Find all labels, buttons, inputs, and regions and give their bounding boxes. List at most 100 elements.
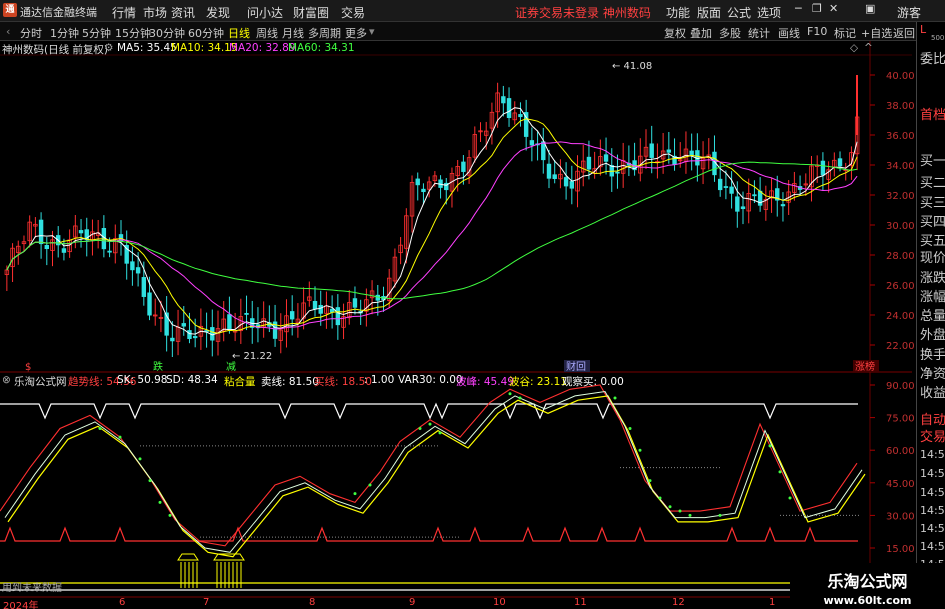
panel-item-8[interactable]: 涨跌 — [920, 267, 945, 286]
panel-item-16[interactable]: 交易 — [920, 426, 945, 445]
candle-body — [735, 196, 740, 212]
ma-label-1: MA10: 34.15 — [171, 42, 238, 54]
chart-area: 40.00 38.00 36.00 34.00 32.00 30.00 28.00 26.00… — [0, 41, 915, 598]
candle-body — [752, 194, 757, 197]
ma-line-5 — [6, 107, 858, 336]
panel-item-10[interactable]: 总量 — [920, 305, 945, 324]
indicator-value-1: SK: 50.98 — [117, 374, 168, 386]
svg-text:涨榜: 涨榜 — [855, 360, 875, 373]
watermark-title: 乐淘公式网 — [827, 572, 908, 591]
panel-item-14[interactable]: 收益 — [920, 382, 945, 401]
panel-item-11[interactable]: 外盘 — [920, 324, 945, 343]
panel-item-20[interactable]: 14:56 — [920, 504, 945, 517]
candle-body — [586, 156, 592, 170]
candle-body — [415, 178, 420, 186]
svg-text:减: 减 — [226, 361, 236, 373]
panel-item-17[interactable]: 14:56 — [920, 448, 945, 461]
candle-body — [227, 314, 232, 329]
candle-body — [289, 311, 295, 320]
candle-body — [563, 177, 569, 187]
date-tick-7: 12 — [672, 597, 685, 608]
panel-item-19[interactable]: 14:56 — [920, 486, 945, 499]
candle-body — [335, 307, 341, 326]
candle-body — [689, 150, 694, 156]
indicator-value-8: 波峰: 45.49 — [456, 376, 514, 388]
indicator-value-2: SD: 48.34 — [166, 374, 218, 386]
settings-gear-icon[interactable]: ⚙ — [104, 42, 113, 54]
panel-item-13[interactable]: 净资 — [920, 363, 945, 382]
candle-body — [780, 204, 786, 207]
candle-body — [506, 98, 512, 119]
candle-body — [107, 250, 112, 253]
signal-marker-0[interactable]: $ — [25, 362, 31, 373]
indicator-header: ⊗ 乐淘公式网 趋势线: 54.36 SK: 50.98 SD: 48.34 粘合量 卖线:… — [0, 373, 912, 388]
date-tick-3: 8 — [309, 597, 316, 608]
panel-item-9[interactable]: 涨幅 — [920, 286, 945, 305]
svg-text:跌: 跌 — [153, 360, 163, 373]
candle-body — [603, 154, 609, 162]
panel-item-1[interactable]: 首档 — [920, 104, 945, 123]
ma-line-60 — [6, 161, 858, 300]
panel-item-2[interactable]: 买一 — [920, 150, 945, 169]
date-tick-5: 10 — [493, 597, 506, 608]
panel-item-22[interactable]: 14:56 — [920, 540, 945, 553]
candle-body — [187, 330, 192, 340]
candle-body — [61, 248, 67, 253]
candle-body — [130, 261, 135, 271]
sell-line — [0, 402, 858, 420]
indicator-tick-2: 60.00 — [886, 446, 915, 457]
price-tick-6: 28.00 — [886, 251, 915, 262]
date-tick-8: 1 — [769, 597, 776, 608]
indicator-title: 乐淘公式网 — [14, 376, 67, 388]
indicator-value-4: 卖线: 81.50 — [261, 376, 319, 388]
watermark-url: www.60lt.com — [823, 594, 912, 607]
price-tick-9: 22.00 — [886, 341, 915, 352]
candle-body — [546, 163, 552, 179]
diamond-icon[interactable]: ◇ — [850, 42, 858, 54]
candle-body — [141, 277, 147, 297]
candle-body — [38, 219, 44, 245]
candle-body — [615, 171, 620, 174]
collapse-up-icon[interactable]: ^ — [864, 42, 873, 54]
candle-body — [729, 186, 734, 194]
panel-item-18[interactable]: 14:56 — [920, 467, 945, 480]
panel-item-3[interactable]: 买二 — [920, 172, 945, 191]
candle-body — [147, 292, 152, 316]
price-tick-7: 26.00 — [886, 281, 915, 292]
buy-line — [0, 526, 858, 542]
indicator-tick-5: 15.00 — [886, 544, 915, 555]
stock-title: 神州数码(日线 前复权) — [2, 44, 109, 56]
main-chart-header: 神州数码(日线 前复权) ⚙ MA5: 35.45 MA10: 34.15 MA20: … — [0, 41, 912, 56]
ma-label-2: MA20: 32.89 — [229, 42, 296, 54]
panel-item-7[interactable]: 现价 — [920, 247, 945, 266]
panel-item-21[interactable]: 14:56 — [920, 522, 945, 535]
signal-marker-1[interactable]: 跌 — [153, 360, 163, 373]
panel-item-12[interactable]: 换手 — [920, 344, 945, 363]
low-price-label: ← 21.22 — [232, 351, 272, 362]
date-tick-1: 6 — [119, 597, 126, 608]
price-tick-5: 30.00 — [886, 221, 915, 232]
date-tick-0: 2024年 — [3, 601, 39, 609]
candle-body — [529, 140, 535, 146]
indicator-tick-3: 45.00 — [886, 479, 915, 490]
candle-body — [837, 158, 843, 167]
svg-text:$: $ — [25, 362, 31, 373]
candle-body — [192, 336, 198, 339]
panel-item-5[interactable]: 买四 — [920, 211, 945, 230]
panel-item-4[interactable]: 买三 — [920, 192, 945, 211]
indicator-value-7: VAR30: 0.00 — [398, 374, 463, 386]
price-tick-1: 38.00 — [886, 101, 915, 112]
price-tick-0: 40.00 — [886, 71, 915, 82]
candle-body — [244, 313, 249, 315]
signal-marker-3[interactable]: 财回 — [564, 360, 590, 373]
panel-item-0[interactable]: 委比 — [920, 48, 945, 67]
candle-body — [552, 174, 557, 180]
sub-close-icon[interactable]: ⊗ — [2, 374, 11, 386]
indicator-value-10: 观察买: 0.00 — [562, 376, 624, 388]
svg-text:财回: 财回 — [566, 360, 586, 373]
signal-marker-4[interactable]: 涨榜 — [853, 360, 879, 373]
signal-marker-2[interactable]: 减 — [226, 361, 236, 373]
ma-line-20 — [6, 141, 858, 330]
candle-body — [181, 323, 186, 327]
candle-body — [649, 143, 654, 158]
